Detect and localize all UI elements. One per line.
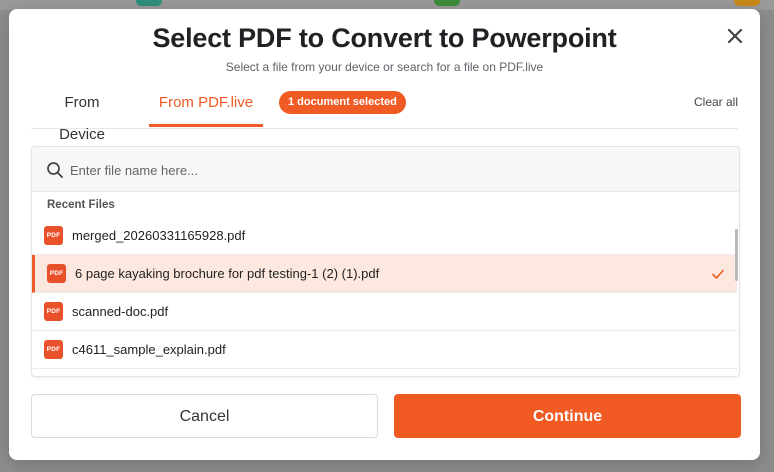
- pdf-icon: PDF: [44, 340, 63, 359]
- file-name: merged_20260331165928.pdf: [72, 228, 246, 243]
- close-icon: [727, 28, 743, 44]
- background-chip: [434, 0, 460, 6]
- file-picker-panel: Recent Files PDF merged_20260331165928.p…: [31, 146, 740, 377]
- checkmark-icon: [712, 269, 724, 279]
- file-row-partial[interactable]: [32, 369, 737, 376]
- pdf-icon: PDF: [44, 226, 63, 245]
- file-row[interactable]: PDF c4611_sample_explain.pdf: [32, 331, 737, 369]
- background-chip: [734, 0, 760, 6]
- cancel-button[interactable]: Cancel: [31, 394, 378, 438]
- documents-selected-badge: 1 document selected: [279, 91, 406, 114]
- pdf-icon: PDF: [47, 264, 66, 283]
- search-bar: [32, 147, 739, 192]
- clear-all-link[interactable]: Clear all: [694, 95, 738, 109]
- source-tabs: From Device From PDF.live 1 document sel…: [31, 87, 738, 143]
- recent-files-list: PDF merged_20260331165928.pdf PDF 6 page…: [32, 217, 737, 376]
- modal-title: Select PDF to Convert to Powerpoint: [152, 23, 617, 53]
- modal-subtitle: Select a file from your device or search…: [225, 60, 544, 74]
- tab-from-pdf-live[interactable]: From PDF.live: [149, 87, 263, 127]
- file-name: scanned-doc.pdf: [72, 304, 169, 319]
- file-row-selected[interactable]: PDF 6 page kayaking brochure for pdf tes…: [32, 255, 737, 293]
- select-pdf-modal: Select PDF to Convert to Powerpoint Sele…: [9, 9, 760, 460]
- file-search-input[interactable]: [68, 157, 712, 183]
- tab-from-device[interactable]: From Device: [40, 87, 124, 143]
- file-row[interactable]: PDF scanned-doc.pdf: [32, 293, 737, 331]
- file-name: 6 page kayaking brochure for pdf testing…: [75, 266, 380, 281]
- pdf-icon: PDF: [44, 302, 63, 321]
- file-list-scrollbar[interactable]: [735, 229, 738, 281]
- recent-files-heading: Recent Files: [47, 199, 115, 211]
- search-icon: [47, 162, 63, 178]
- close-button[interactable]: [724, 25, 746, 47]
- continue-button[interactable]: Continue: [394, 394, 741, 438]
- background-chip: [136, 0, 162, 6]
- file-name: c4611_sample_explain.pdf: [72, 342, 226, 357]
- file-row[interactable]: PDF merged_20260331165928.pdf: [32, 217, 737, 255]
